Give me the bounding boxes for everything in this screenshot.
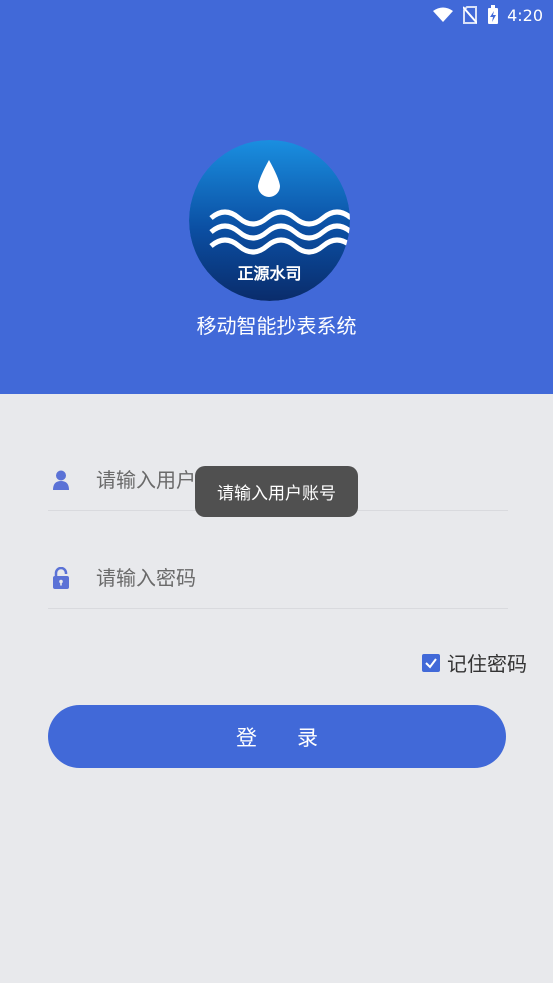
- battery-charging-icon: [487, 5, 499, 25]
- clock-time: 4:20: [507, 5, 543, 25]
- remember-password-toggle[interactable]: 记住密码: [422, 648, 527, 677]
- lock-icon: [50, 567, 72, 589]
- no-sim-icon: [463, 6, 478, 24]
- login-button[interactable]: 登录: [48, 705, 506, 768]
- status-bar: 4:20: [0, 0, 553, 30]
- app-title: 移动智能抄表系统: [196, 314, 357, 338]
- user-icon: [50, 469, 72, 491]
- toast-message: 请输入用户账号: [195, 466, 358, 517]
- password-input[interactable]: [94, 565, 478, 591]
- wifi-icon: [433, 7, 454, 23]
- logo-text: 正源水司: [237, 264, 302, 283]
- header-banner: 4:20 正源水司 移动智能抄表系统: [0, 0, 553, 394]
- remember-label: 记住密码: [447, 652, 527, 676]
- remember-checkbox[interactable]: [422, 653, 440, 672]
- password-field[interactable]: [48, 548, 508, 609]
- company-logo: 正源水司: [189, 140, 350, 301]
